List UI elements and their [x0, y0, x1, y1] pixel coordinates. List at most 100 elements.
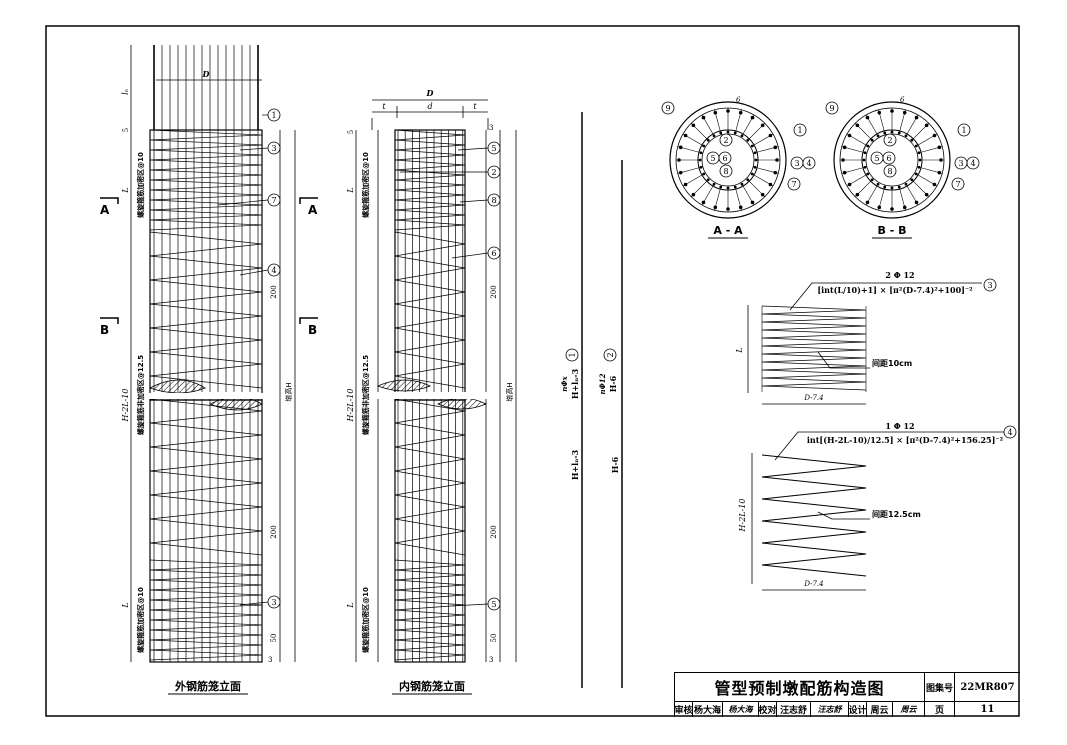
inner-dim-d: d — [427, 102, 432, 111]
inner-callout-6: 6 — [491, 249, 496, 258]
section-aa-callout-6: 6 — [722, 154, 727, 163]
reviewer-name: 杨大海 — [693, 702, 723, 717]
outer-callout-4: 4 — [271, 266, 276, 275]
inner-break-hatch-left — [376, 379, 431, 392]
bar2-total: H-6 — [610, 456, 620, 473]
spiral3-width: D-7.4 — [803, 394, 823, 402]
bar1-no: 1 — [568, 352, 577, 357]
outer-callout-1: 1 — [271, 111, 276, 120]
spiral3-no: 3 — [987, 281, 992, 290]
outer-callout-7: 7 — [271, 196, 276, 205]
spiral3-dim-L: L — [735, 347, 744, 353]
section-mark-A-left: A — [100, 203, 110, 217]
outer-break-hatch-left — [148, 379, 206, 394]
inner-dim-L-top: L — [346, 187, 355, 193]
spiral3-lines — [761, 305, 867, 391]
outer-spiral-dense-bot — [149, 559, 263, 661]
section-bb-callout-3: 3 — [958, 159, 963, 168]
reviewer-signature: 杨大海 — [723, 702, 759, 717]
inner-dim-L-bot: L — [346, 602, 355, 608]
drawing-title: 管型预制墩配筋构造图 — [675, 673, 925, 701]
inner-dim-H: 墩高H — [505, 382, 514, 401]
inner-dim-5: 5 — [347, 130, 355, 134]
section-bb-callout-4: 4 — [970, 159, 975, 168]
inner-dim-3-bot: 3 — [489, 656, 493, 664]
bar2-no: 2 — [606, 352, 615, 357]
designer-name: 周云 — [867, 702, 893, 717]
section-aa-title: A - A — [713, 224, 743, 237]
section-bb-callout-6: 6 — [886, 154, 891, 163]
spiral4-pitch: 间距12.5cm — [872, 509, 921, 519]
section-aa-callout-4: 4 — [806, 159, 811, 168]
section-mark-B-right: B — [308, 323, 317, 337]
inner-dim-D: D — [426, 88, 434, 98]
outer-dim-200-top: 200 — [270, 285, 278, 298]
spiral4-width: D-7.4 — [803, 580, 823, 588]
spiral4-dim-H: H-2L-10 — [738, 499, 747, 533]
outer-spiral-dense-top — [149, 129, 263, 231]
designer-signature: 周云 — [893, 702, 925, 717]
title-block: 管型预制墩配筋构造图 图集号 22MR807 审核 杨大海 杨大海 校对 汪志舒… — [674, 672, 1020, 717]
section-bb-callout-9: 9 — [829, 104, 834, 113]
spiral3-pitch: 间距10cm — [872, 358, 912, 368]
outer-dim-ln: lₙ — [121, 89, 130, 95]
design-label: 设计 — [849, 702, 867, 717]
outer-cage-elevation: D lₙ 5 L H-2L-10 L 螺旋箍筋加密区@10 螺旋箍筋非加密区@1… — [121, 45, 296, 695]
spiral3-zigzag — [761, 305, 867, 392]
outer-dim-50: 50 — [270, 634, 278, 643]
section-bb-callout-8: 8 — [887, 167, 892, 176]
check-label: 校对 — [759, 702, 777, 717]
page-number: 11 — [980, 704, 995, 715]
section-bb-callout-1: 1 — [961, 126, 966, 135]
inner-cage-caption: 内钢筋笼立面 — [399, 679, 465, 693]
outer-dim-D: D — [202, 69, 210, 79]
inner-dim-200-bot: 200 — [490, 525, 498, 538]
section-aa-callout-8: 8 — [723, 167, 728, 176]
checker-signature: 汪志舒 — [811, 702, 849, 717]
inner-dim-t-right: t — [473, 102, 477, 111]
spiral3-formula: [int(L/10)+1] × [π²(D-7.4)²+100]⁻² — [817, 285, 973, 295]
spiral4-formula: int[(H-2L-10)/12.5] × [π²(D-7.4)²+156.25… — [807, 435, 1004, 445]
bar2-spec: nΦ12 — [598, 373, 607, 394]
review-label: 审核 — [675, 702, 693, 717]
section-mark-A-right: A — [308, 203, 318, 217]
outer-spiral-sparse-bot — [149, 398, 263, 556]
outer-zone-bot-label: 螺旋箍筋加密区@10 — [136, 587, 145, 653]
inner-zone-top-label: 螺旋箍筋加密区@10 — [361, 152, 370, 218]
section-mark-B-left: B — [100, 323, 109, 337]
outer-dim-L-top: L — [121, 187, 130, 193]
section-aa-callout-1: 1 — [797, 126, 802, 135]
outer-callout-3-bot: 3 — [271, 598, 276, 607]
spiral4-zigzag — [761, 454, 867, 577]
spiral4-no: 4 — [1007, 428, 1012, 437]
outer-dim-H: 墩高H — [284, 382, 293, 401]
outer-dim-200-bot: 200 — [270, 525, 278, 538]
inner-callout-2: 2 — [491, 168, 496, 177]
checker-name: 汪志舒 — [777, 702, 811, 717]
inner-callout-5-bot: 5 — [491, 600, 496, 609]
inner-callout-8: 8 — [491, 196, 496, 205]
page-label: 页 — [925, 702, 955, 717]
outer-zone-top-label: 螺旋箍筋加密区@10 — [136, 152, 145, 218]
outer-dim-3: 3 — [268, 656, 272, 664]
section-bb-callout-7: 7 — [955, 180, 960, 189]
outer-dim-L-bot: L — [121, 602, 130, 608]
bar1-spec: nΦx — [560, 376, 569, 392]
section-bb-callout-2: 2 — [887, 136, 892, 145]
spiral4-lines — [761, 454, 867, 577]
inner-dim-200-top: 200 — [490, 285, 498, 298]
bar2-len: H-6 — [608, 375, 618, 392]
section-aa-thickness-label: 6 — [736, 96, 741, 104]
outer-cage-top-bars — [153, 45, 259, 130]
atlas-label: 图集号 — [925, 673, 955, 701]
inner-cage-elevation: D t d t 5 L H-2L-10 L 螺旋箍筋加密区@10 螺旋箍筋非加密… — [346, 88, 517, 695]
section-B-B: 9125 683 476 — [825, 96, 980, 219]
bar1-total: H+lₙ-3 — [570, 449, 580, 480]
outer-callout-3-top: 3 — [271, 144, 276, 153]
inner-dim-50: 50 — [490, 634, 498, 643]
spiral4-detail: 1 Φ 12 int[(H-2L-10)/12.5] × [π²(D-7.4)²… — [738, 421, 1017, 591]
outer-spiral-sparse-top — [149, 231, 263, 389]
bar-details: nΦx H+lₙ-3 1 H+lₙ-3 nΦ12 H-6 2 H-6 — [560, 112, 623, 688]
section-marks: A A B B — [100, 197, 318, 337]
inner-dim-mid: H-2L-10 — [346, 389, 355, 423]
